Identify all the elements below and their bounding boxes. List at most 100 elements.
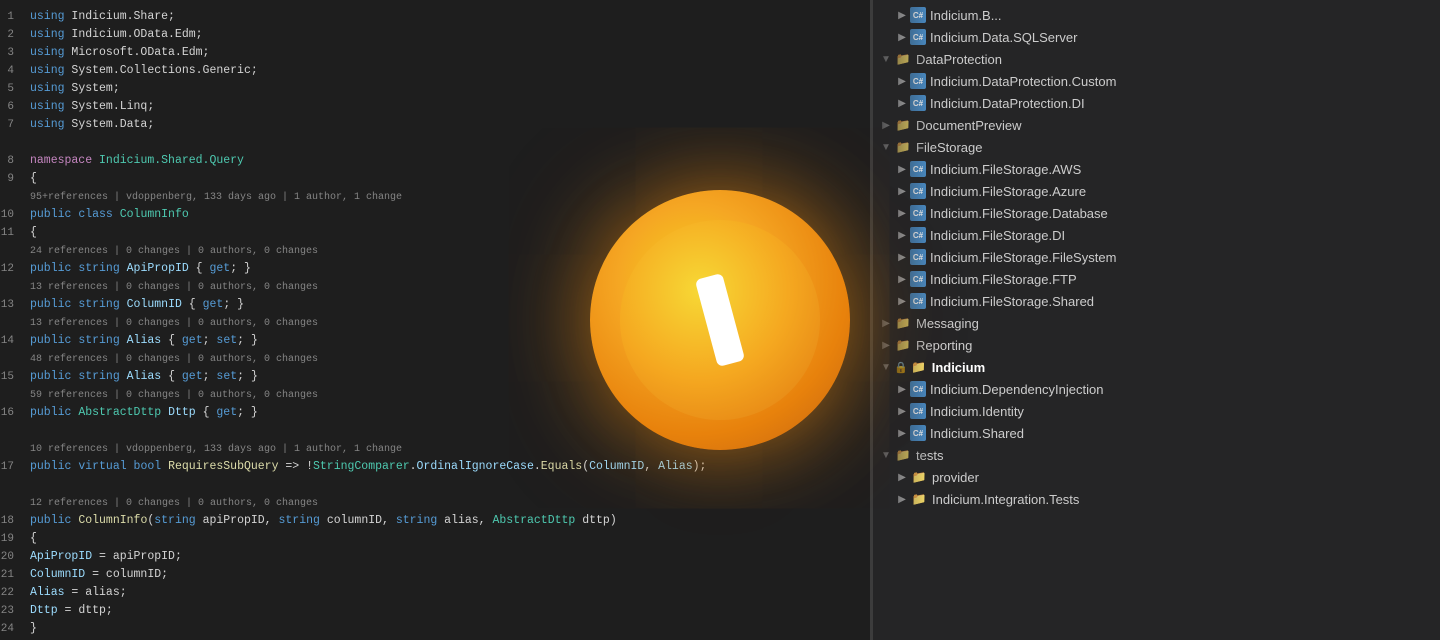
csharp-icon: C# [910, 425, 926, 441]
code-line: 4using System.Collections.Generic; [0, 62, 870, 80]
code-line: 1using Indicium.Share; [0, 8, 870, 26]
csharp-icon: C# [910, 29, 926, 45]
code-line: 5using System; [0, 80, 870, 98]
code-text: public class ColumnInfo [30, 206, 189, 224]
code-text: 48 references | 0 changes | 0 authors, 0… [30, 350, 318, 369]
logo-outer-circle [590, 190, 850, 450]
tree-item-reporting[interactable]: Reporting [870, 334, 1440, 356]
line-number: 24 [0, 620, 30, 638]
folder-icon [894, 50, 912, 68]
tree-item-indicium-filestorage-filesystem[interactable]: C# Indicium.FileStorage.FileSystem [870, 246, 1440, 268]
csharp-icon: C# [910, 381, 926, 397]
tree-item-indicium-filestorage-azure[interactable]: C#Indicium.FileStorage.Azure [870, 180, 1440, 202]
code-text: using Microsoft.OData.Edm; [30, 44, 209, 62]
code-text: using Indicium.Share; [30, 8, 175, 26]
line-number: 20 [0, 548, 30, 566]
tree-item-indicium-filestorage-shared[interactable]: C#Indicium.FileStorage.Shared [870, 290, 1440, 312]
tree-chevron-icon [894, 161, 910, 177]
tree-chevron-icon [894, 425, 910, 441]
tree-chevron-icon [878, 315, 894, 331]
tree-item-label: Indicium.DataProtection.Custom [930, 74, 1116, 89]
line-number: 3 [0, 44, 30, 62]
tree-item-indicium-dataprotection-custom[interactable]: C#Indicium.DataProtection.Custom [870, 70, 1440, 92]
code-text: using System.Data; [30, 116, 154, 134]
tree-item-label: Indicium.FileStorage.AWS [930, 162, 1081, 177]
csharp-icon: C# [910, 227, 926, 243]
tree-item-indicium-shared[interactable]: C# Indicium.Shared [870, 422, 1440, 444]
code-text: 12 references | 0 changes | 0 authors, 0… [30, 494, 318, 513]
folder-icon [894, 116, 912, 134]
tree-item-label: provider [932, 470, 979, 485]
line-number: 11 [0, 224, 30, 242]
code-text: using System.Collections.Generic; [30, 62, 258, 80]
line-number: 8 [0, 152, 30, 170]
tree-item-label: Indicium.FileStorage.Database [930, 206, 1108, 221]
code-line: 12 references | 0 changes | 0 authors, 0… [0, 494, 870, 512]
tree-item-indicium-dataprotection-di[interactable]: C# Indicium.DataProtection.DI [870, 92, 1440, 114]
line-number: 4 [0, 62, 30, 80]
code-text: namespace Indicium.Shared.Query [30, 152, 244, 170]
tree-item-label: FileStorage [916, 140, 982, 155]
tree-chevron-icon [894, 249, 910, 265]
csharp-icon: C# [910, 161, 926, 177]
tree-chevron-icon [894, 29, 910, 45]
code-text: 13 references | 0 changes | 0 authors, 0… [30, 278, 318, 297]
tree-item-label: Indicium.DataProtection.DI [930, 96, 1085, 111]
code-line [0, 134, 870, 152]
tree-item-tests[interactable]: tests [870, 444, 1440, 466]
tree-item-messaging[interactable]: Messaging [870, 312, 1440, 334]
tree-item-indicium-b[interactable]: C#Indicium.B... [870, 4, 1440, 26]
csharp-icon: C# [910, 271, 926, 287]
line-number: 13 [0, 296, 30, 314]
folder-icon [910, 358, 928, 376]
csharp-icon: C# [910, 95, 926, 111]
tree-chevron-icon [878, 359, 894, 375]
tree-item-label: Indicium.FileStorage.FileSystem [930, 250, 1116, 265]
csharp-icon: C# [910, 249, 926, 265]
folder-icon [910, 468, 928, 486]
code-text: public string ColumnID { get; } [30, 296, 244, 314]
tree-item-label: Indicium.Shared [930, 426, 1024, 441]
code-text: using Indicium.OData.Edm; [30, 26, 203, 44]
code-line: 7using System.Data; [0, 116, 870, 134]
folder-icon [894, 138, 912, 156]
code-line: 18 public ColumnInfo(string apiPropID, s… [0, 512, 870, 530]
tree-item-indicium-filestorage-ftp[interactable]: C#Indicium.FileStorage.FTP [870, 268, 1440, 290]
line-number: 15 [0, 368, 30, 386]
code-text: 95+references | vdoppenberg, 133 days ag… [30, 188, 402, 207]
logo-inner-circle [620, 220, 820, 420]
line-number: 18 [0, 512, 30, 530]
line-number: 14 [0, 332, 30, 350]
tree-item-indicium-filestorage-database[interactable]: C#Indicium.FileStorage.Database [870, 202, 1440, 224]
tree-item-indicium-filestorage-di[interactable]: C#Indicium.FileStorage.DI [870, 224, 1440, 246]
code-line: 21 ColumnID = columnID; [0, 566, 870, 584]
tree-chevron-icon [894, 95, 910, 111]
tree-chevron-icon [894, 381, 910, 397]
code-text: { [30, 170, 37, 188]
code-text: ApiPropID = apiPropID; [30, 548, 182, 566]
tree-item-indicium-filestorage-aws[interactable]: C# Indicium.FileStorage.AWS [870, 158, 1440, 180]
tree-chevron-icon [894, 227, 910, 243]
tree-item-label: Indicium.Integration.Tests [932, 492, 1079, 507]
line-number: 17 [0, 458, 30, 476]
tree-item-label: Indicium [932, 360, 985, 375]
line-number: 1 [0, 8, 30, 26]
line-number: 9 [0, 170, 30, 188]
tree-item-label: DocumentPreview [916, 118, 1022, 133]
tree-item-indicium-identity[interactable]: C#Indicium.Identity [870, 400, 1440, 422]
tree-chevron-icon [878, 139, 894, 155]
tree-chevron-icon [894, 491, 910, 507]
tree-item-indicium-main[interactable]: 🔒Indicium [870, 356, 1440, 378]
tree-item-document-preview[interactable]: DocumentPreview [870, 114, 1440, 136]
csharp-icon: C# [910, 403, 926, 419]
folder-icon [894, 446, 912, 464]
code-line: 19 { [0, 530, 870, 548]
tree-item-indicium-data-sqlserver[interactable]: C#Indicium.Data.SQLServer [870, 26, 1440, 48]
tree-item-indicium-integration-tests[interactable]: Indicium.Integration.Tests [870, 488, 1440, 510]
tree-item-indicium-dependency-injection[interactable]: C#Indicium.DependencyInjection [870, 378, 1440, 400]
line-number: 7 [0, 116, 30, 134]
tree-item-provider[interactable]: provider [870, 466, 1440, 488]
tree-item-file-storage[interactable]: FileStorage [870, 136, 1440, 158]
line-number: 12 [0, 260, 30, 278]
tree-item-data-protection[interactable]: DataProtection [870, 48, 1440, 70]
